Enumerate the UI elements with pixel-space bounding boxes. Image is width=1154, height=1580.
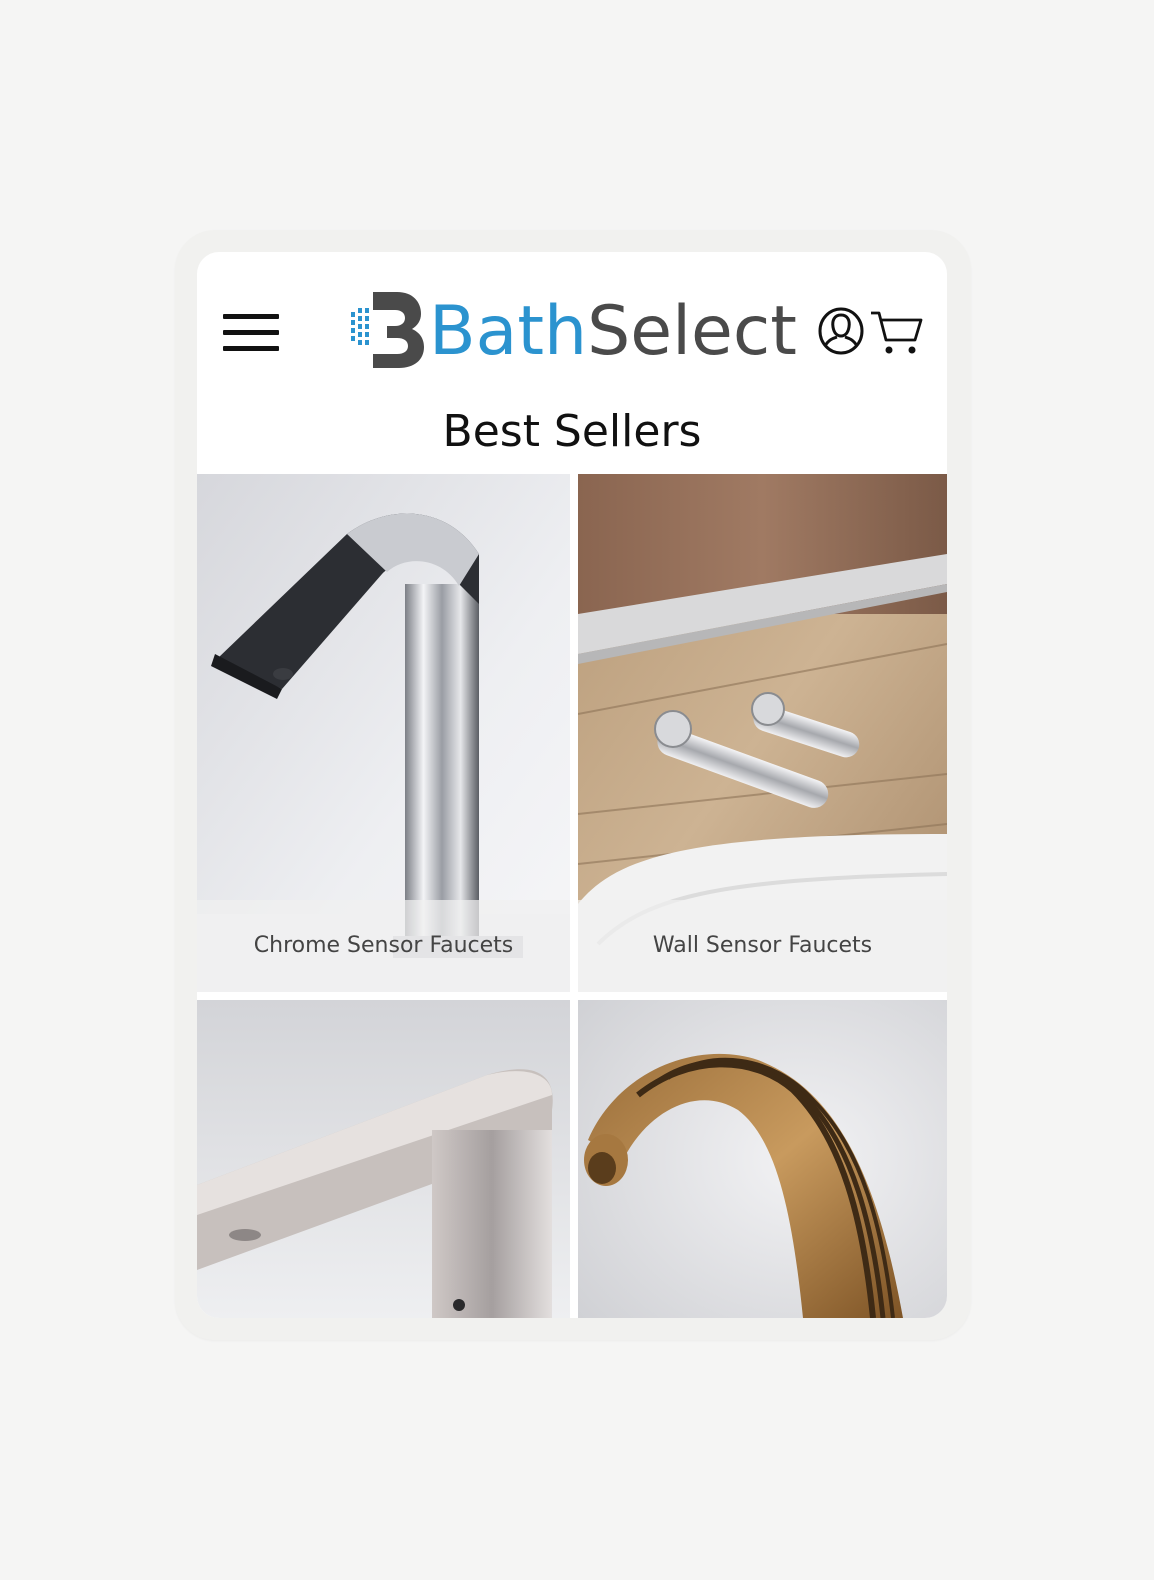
product-tile-chrome-sensor-faucets[interactable]: Chrome Sensor Faucets xyxy=(197,474,570,992)
logo-bath-text: Bath xyxy=(429,292,588,371)
logo-b-mark-icon xyxy=(351,292,424,368)
user-account-icon[interactable] xyxy=(817,306,865,356)
screen: BathSelect Best Sellers Chrome Sensor Fa… xyxy=(197,252,947,1318)
product-tile-wall-sensor-faucets[interactable]: Wall Sensor Faucets xyxy=(578,474,947,992)
site-header: BathSelect xyxy=(197,252,947,402)
product-label: Chrome Sensor Faucets xyxy=(197,900,570,992)
section-title: Best Sellers xyxy=(442,406,702,457)
hamburger-menu-icon[interactable] xyxy=(223,310,279,354)
brass-faucet-image xyxy=(578,1000,947,1318)
product-tile-4[interactable] xyxy=(578,1000,947,1318)
shopping-cart-icon[interactable] xyxy=(869,308,925,356)
logo-wordmark: BathSelect xyxy=(429,292,797,372)
product-label: Wall Sensor Faucets xyxy=(578,900,947,992)
logo-select-text: Select xyxy=(587,292,797,371)
brushed-faucet-image xyxy=(197,1000,570,1318)
product-tile-3[interactable] xyxy=(197,1000,570,1318)
bathselect-logo[interactable]: BathSelect xyxy=(349,280,799,372)
tablet-frame: BathSelect Best Sellers Chrome Sensor Fa… xyxy=(175,230,971,1340)
